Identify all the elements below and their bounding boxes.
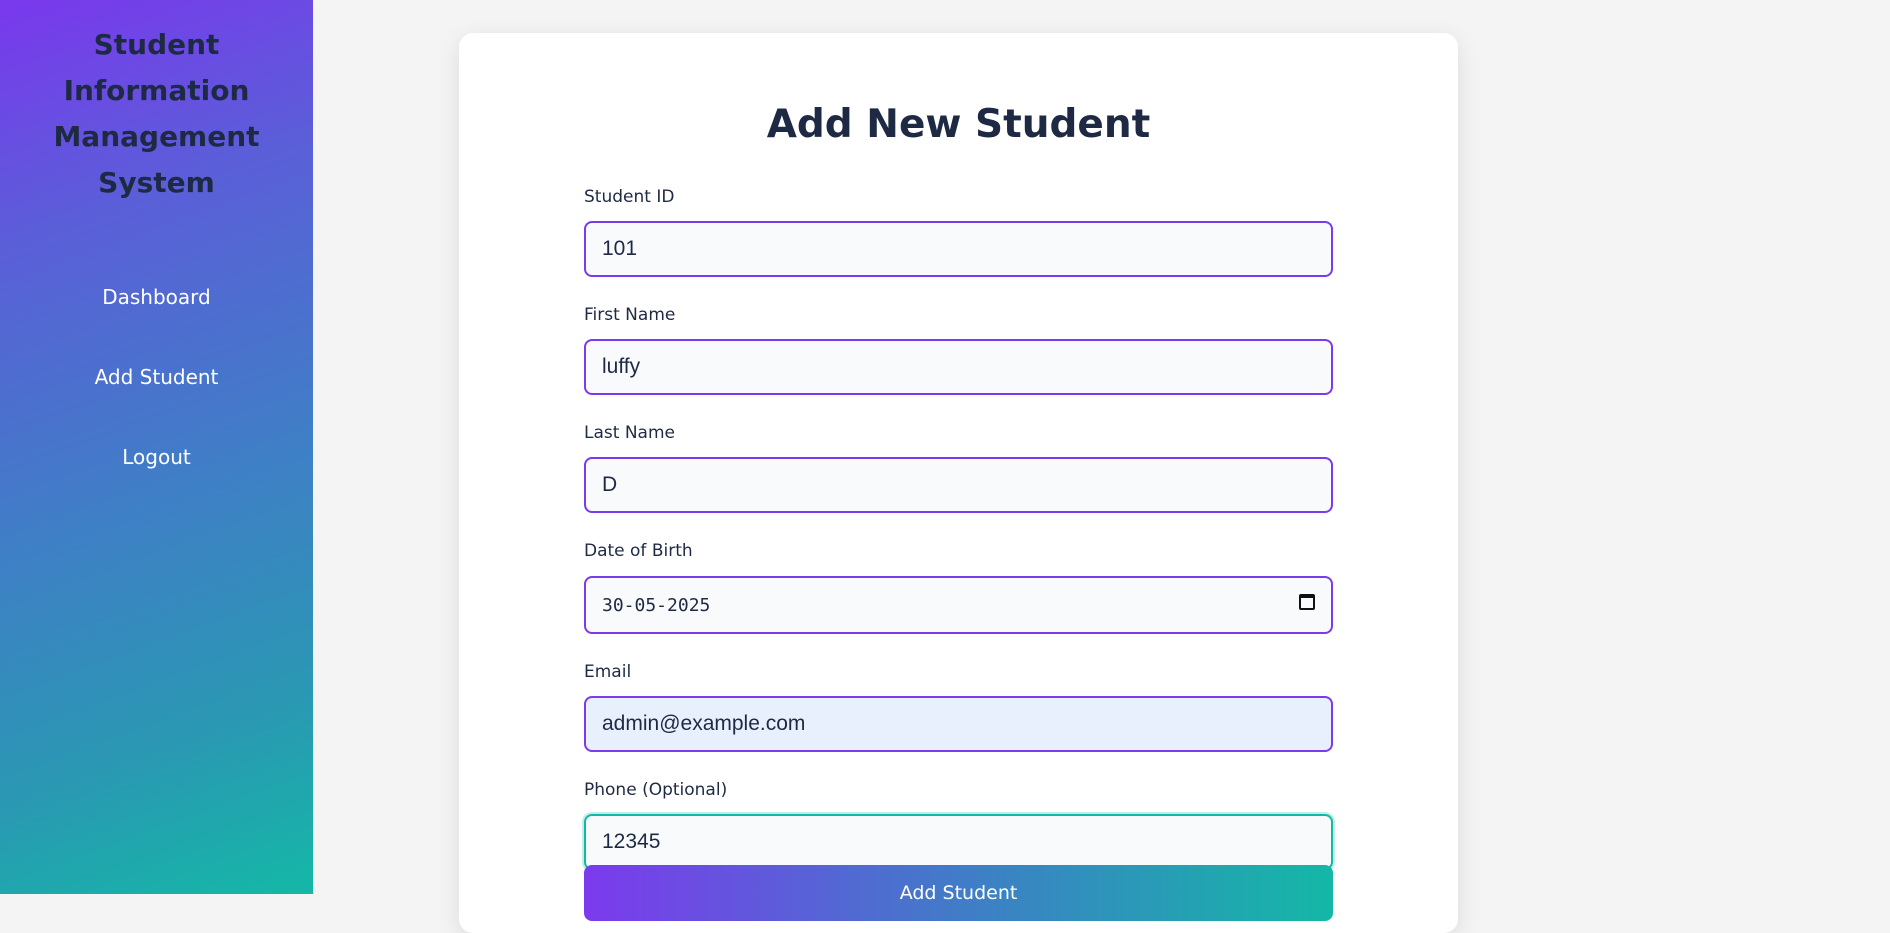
dob-label: Date of Birth [584,541,693,561]
add-student-button[interactable]: Add Student [584,865,1333,921]
email-input[interactable] [584,696,1333,752]
sidebar-nav: Dashboard Add Student Logout [0,278,313,518]
student-id-label: Student ID [584,187,675,207]
dob-input[interactable] [584,576,1333,634]
page-title: Add New Student [766,102,1151,147]
sidebar-item-add-student[interactable]: Add Student [0,358,313,438]
calendar-icon[interactable] [1299,594,1315,610]
sidebar-item-dashboard[interactable]: Dashboard [0,278,313,358]
app-title: Student Information Management System [53,28,260,199]
first-name-input[interactable] [584,339,1333,395]
phone-label: Phone (Optional) [584,780,728,800]
add-student-card: Add New Student Student ID First Name La… [459,33,1458,933]
sidebar: Student Information Management System Da… [0,0,313,894]
phone-input[interactable] [584,814,1333,870]
last-name-input[interactable] [584,457,1333,513]
email-label: Email [584,662,632,682]
dob-field [584,576,1333,634]
student-id-input[interactable] [584,221,1333,277]
first-name-label: First Name [584,305,676,325]
last-name-label: Last Name [584,423,675,443]
sidebar-item-logout[interactable]: Logout [0,438,313,518]
